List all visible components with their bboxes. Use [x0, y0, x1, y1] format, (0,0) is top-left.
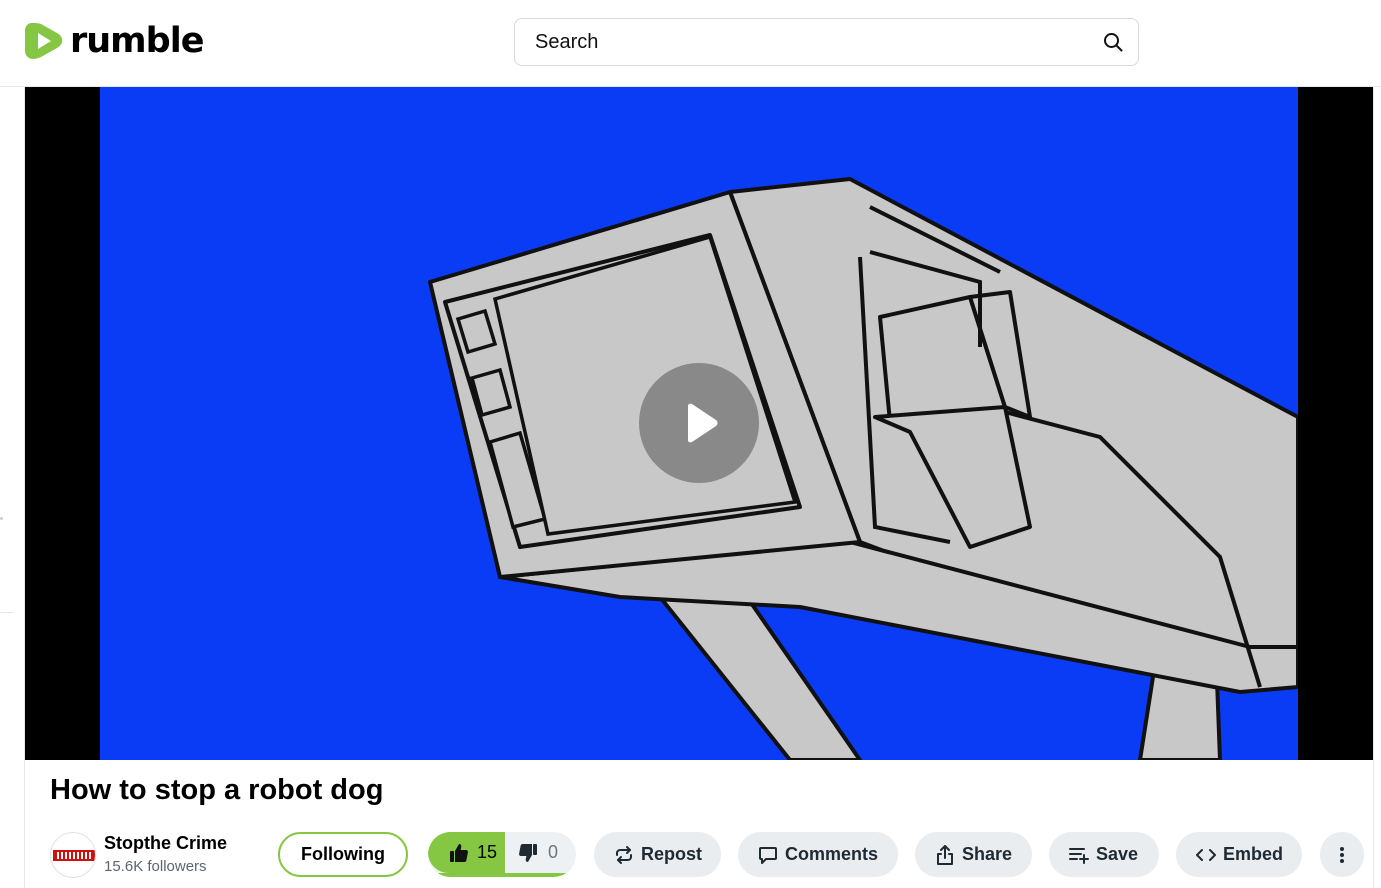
channel-avatar[interactable]: [50, 832, 96, 878]
embed-button[interactable]: Embed: [1176, 832, 1302, 877]
like-count: 15: [477, 842, 498, 862]
comment-icon: [759, 846, 777, 864]
search-bar: [514, 18, 1139, 66]
save-button[interactable]: Save: [1049, 832, 1159, 877]
video-title: How to stop a robot dog: [50, 774, 384, 806]
repost-icon: [616, 845, 632, 864]
channel-logo-stripe: [53, 850, 95, 861]
search-icon[interactable]: [1102, 31, 1124, 53]
embed-label: Embed: [1223, 844, 1284, 864]
sidebar-edge-divider: [0, 612, 14, 613]
comments-button[interactable]: Comments: [738, 832, 898, 877]
sidebar-edge-marker: [0, 517, 3, 520]
rumble-logo[interactable]: rumble: [24, 20, 204, 62]
rumble-wordmark: rumble: [70, 21, 204, 61]
repost-button[interactable]: Repost: [594, 832, 721, 877]
vote-widget: 15 0: [428, 832, 576, 877]
top-header: rumble: [0, 0, 1381, 87]
playlist-add-icon: [1069, 847, 1089, 864]
video-player[interactable]: [25, 87, 1373, 760]
play-button[interactable]: [639, 363, 759, 483]
more-vertical-icon: [1340, 847, 1344, 863]
like-button[interactable]: 15: [428, 832, 505, 873]
search-input[interactable]: [535, 30, 1102, 54]
channel-followers: 15.6K followers: [104, 858, 207, 875]
code-icon: [1196, 848, 1216, 861]
dislike-count: 0: [548, 842, 559, 862]
more-options-button[interactable]: [1320, 832, 1364, 877]
thumbs-up-icon: [450, 843, 468, 862]
thumbs-down-icon: [519, 843, 537, 862]
like-ratio-bar: [428, 873, 576, 877]
share-label: Share: [962, 844, 1013, 864]
share-icon: [937, 844, 953, 865]
share-button[interactable]: Share: [915, 832, 1032, 877]
rumble-logo-icon: [25, 23, 63, 59]
play-icon: [688, 403, 718, 443]
comments-label: Comments: [785, 844, 879, 864]
following-button[interactable]: Following: [278, 832, 408, 877]
save-label: Save: [1096, 844, 1139, 864]
dislike-button[interactable]: 0: [505, 832, 576, 873]
channel-name[interactable]: Stopthe Crime: [104, 833, 227, 854]
repost-label: Repost: [641, 844, 703, 864]
